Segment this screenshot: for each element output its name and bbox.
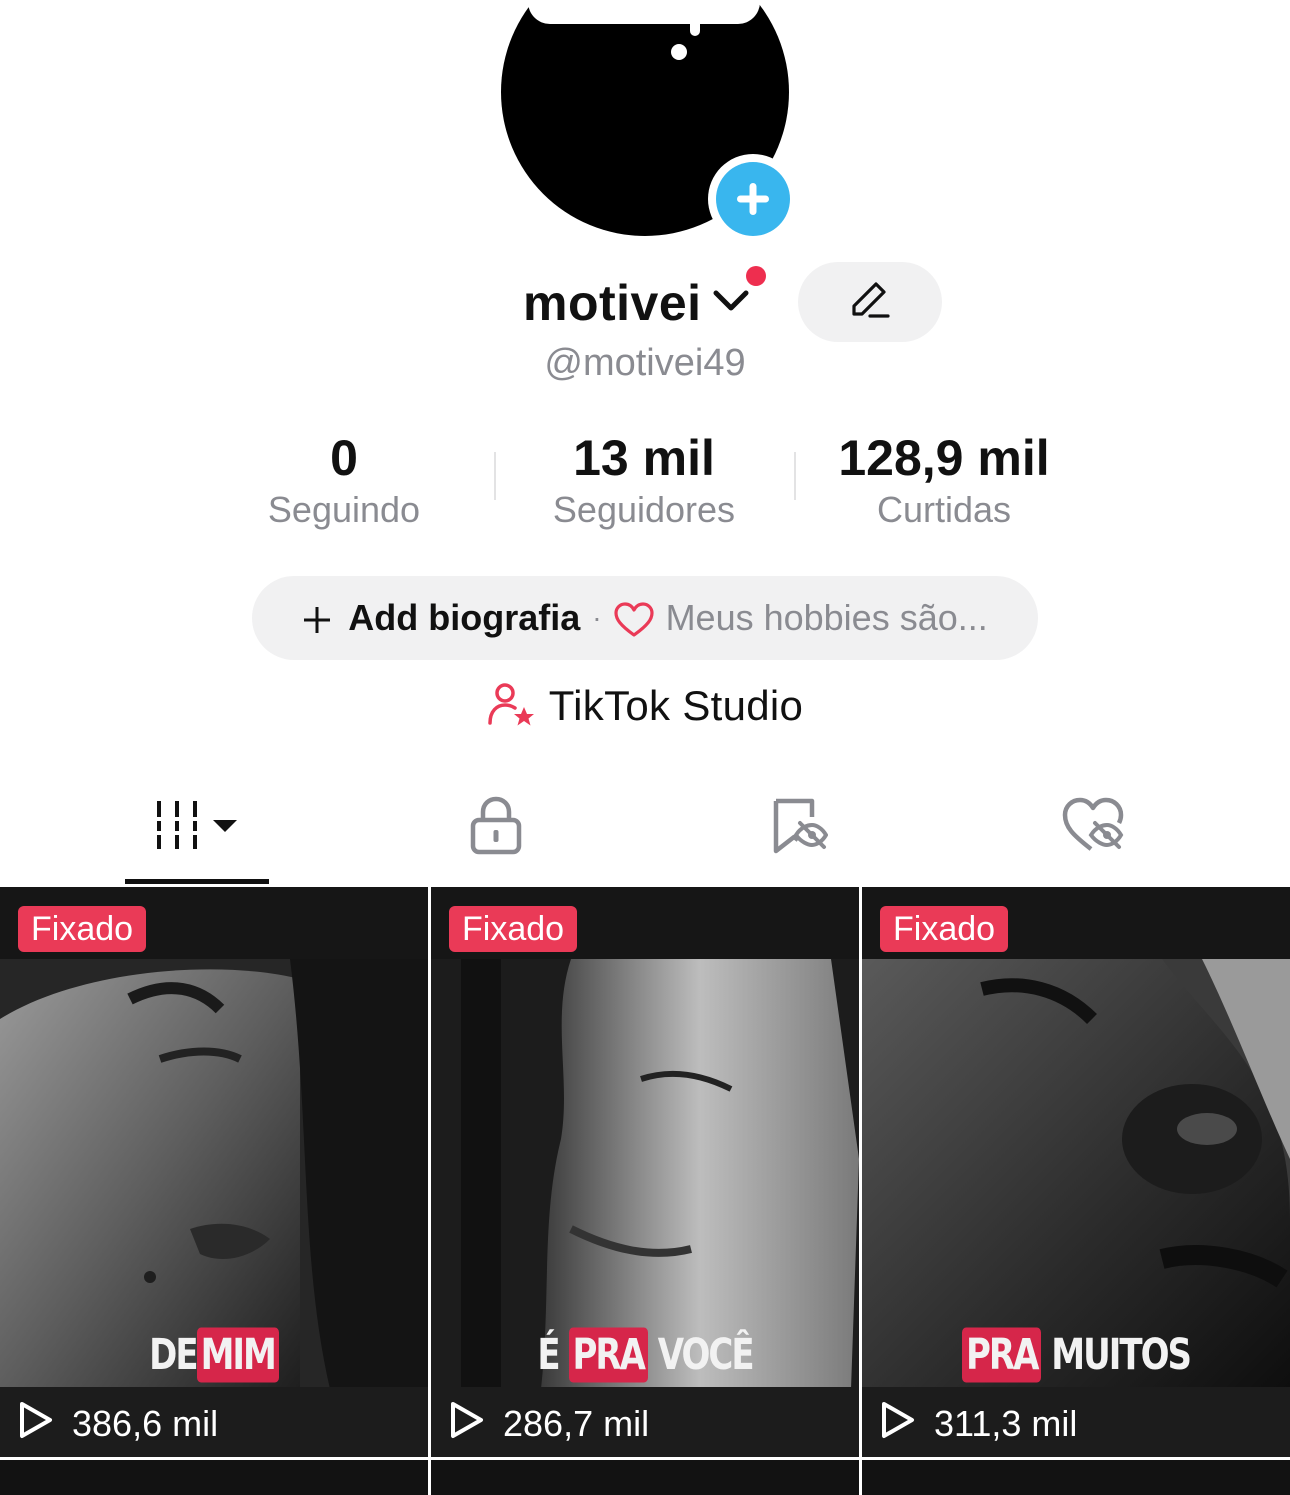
favorites-hidden-icon [768, 795, 829, 860]
pencil-icon [848, 278, 892, 327]
stat-followers[interactable]: 13 mil Seguidores [494, 430, 794, 534]
stat-value: 13 mil [573, 430, 715, 486]
view-count-text: 286,7 mil [503, 1403, 650, 1444]
video-caption: DE MIM [0, 1327, 428, 1383]
notification-dot [746, 266, 766, 286]
video-thumbnail [862, 959, 1290, 1389]
video-tile[interactable]: É PRA VOCÊ Fixado 286,7 mil [431, 887, 859, 1457]
pinned-badge: Fixado [18, 906, 147, 952]
heart-icon [613, 597, 654, 639]
tab-favorites[interactable] [726, 792, 870, 862]
stat-label: Seguindo [267, 489, 421, 530]
videos-grid-icon [151, 797, 243, 858]
tiktok-studio-label: TikTok Studio [548, 682, 804, 729]
stat-likes[interactable]: 128,9 mil Curtidas [794, 430, 1094, 534]
video-thumbnail [0, 959, 428, 1389]
stat-following[interactable]: 0 Seguindo [194, 430, 494, 534]
pinned-badge: Fixado [449, 906, 578, 952]
add-bio-label: Add biografia [348, 597, 581, 638]
add-bio-button[interactable]: Add biografia · Meus hobbies são... [252, 576, 1038, 660]
edit-profile-button[interactable] [798, 262, 942, 342]
username: @motivei49 [544, 342, 746, 384]
tab-videos[interactable] [125, 792, 269, 862]
avatar-detail [671, 44, 687, 60]
play-icon [880, 1400, 916, 1449]
stat-value: 0 [330, 430, 358, 486]
stat-value: 128,9 mil [838, 430, 1050, 486]
add-avatar-button[interactable] [708, 154, 798, 244]
tab-private[interactable] [424, 792, 568, 862]
video-caption: PRA MUITOS [862, 1327, 1290, 1383]
video-tile[interactable]: DE MIM Fixado 386,6 mil [0, 887, 428, 1457]
video-thumbnail [431, 959, 859, 1389]
avatar-detail [690, 22, 700, 36]
bio-separator: · [592, 602, 602, 633]
bio-hint: Meus hobbies são... [665, 597, 988, 638]
plus-icon [302, 597, 348, 639]
plus-icon [716, 162, 790, 236]
video-tile[interactable]: PRA MUITOS Fixado 311,3 mil [862, 887, 1290, 1457]
lock-icon [468, 794, 524, 861]
active-tab-indicator [125, 879, 269, 884]
video-caption: É PRA VOCÊ [431, 1327, 859, 1383]
tiktok-studio-link[interactable]: TikTok Studio [0, 676, 1290, 736]
view-count-text: 311,3 mil [934, 1403, 1078, 1444]
view-count: 286,7 mil [449, 1401, 649, 1447]
avatar-notch [528, 0, 760, 24]
pinned-badge: Fixado [880, 906, 1009, 952]
chevron-down-icon[interactable] [712, 288, 750, 319]
name-row: motivei [0, 262, 1290, 342]
stat-label: Curtidas [876, 489, 1012, 530]
video-tile[interactable] [862, 1460, 1290, 1495]
video-tile[interactable] [431, 1460, 859, 1495]
view-count: 386,6 mil [18, 1401, 218, 1447]
creator-star-icon [487, 681, 537, 732]
view-count: 311,3 mil [880, 1401, 1077, 1447]
liked-hidden-icon [1061, 795, 1127, 860]
video-grid: DE MIM Fixado 386,6 mil É PRA VOCÊ Fixad… [0, 887, 1290, 1495]
play-icon [18, 1400, 54, 1449]
view-count-text: 386,6 mil [72, 1403, 219, 1444]
video-tile[interactable] [0, 1460, 428, 1495]
profile-page: motivei @motivei49 0 Seguindo 13 mil Seg… [0, 0, 1290, 1495]
tab-liked[interactable] [1022, 792, 1166, 862]
display-name[interactable]: motivei [523, 274, 702, 332]
stat-label: Seguidores [552, 489, 736, 530]
play-icon [449, 1400, 485, 1449]
